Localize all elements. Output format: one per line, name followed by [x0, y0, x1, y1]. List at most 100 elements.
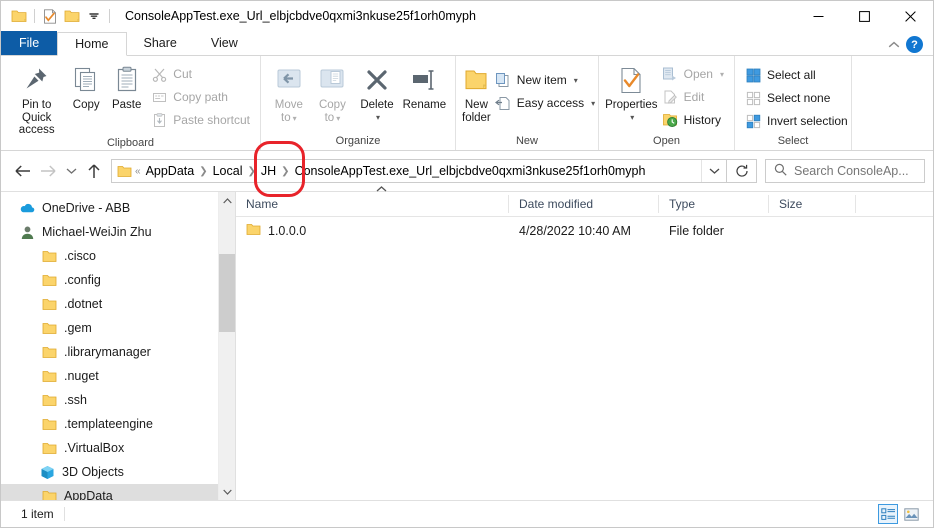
window-controls — [795, 1, 933, 31]
copy-path-button[interactable]: Copy path — [147, 86, 254, 108]
onedrive-cloud-icon — [19, 200, 35, 216]
nav-item-nuget[interactable]: .nuget — [1, 364, 235, 388]
recent-locations-button[interactable] — [61, 158, 81, 184]
up-button[interactable] — [81, 158, 107, 184]
large-icons-view-icon[interactable] — [901, 504, 921, 524]
maximize-button[interactable] — [841, 1, 887, 31]
help-icon[interactable]: ? — [906, 36, 923, 53]
nav-item-user[interactable]: Michael-WeiJin Zhu — [1, 220, 235, 244]
new-folder-icon[interactable] — [62, 6, 82, 26]
search-input[interactable]: Search ConsoleAp... — [765, 159, 925, 183]
history-button[interactable]: History — [658, 109, 728, 131]
nav-item-cisco[interactable]: .cisco — [1, 244, 235, 268]
table-row[interactable]: 1.0.0.0 4/28/2022 10:40 AM File folder — [236, 217, 933, 245]
cut-label: Cut — [173, 67, 192, 81]
breadcrumb-separator-2[interactable]: ❯ — [247, 166, 257, 177]
nav-label: .cisco — [64, 249, 96, 263]
close-button[interactable] — [887, 1, 933, 31]
paste-shortcut-button[interactable]: Paste shortcut — [147, 109, 254, 131]
scroll-down-icon[interactable] — [219, 483, 235, 500]
nav-label: .ssh — [64, 393, 87, 407]
nav-item-dotnet[interactable]: .dotnet — [1, 292, 235, 316]
refresh-button[interactable] — [727, 159, 757, 183]
edit-button[interactable]: Edit — [658, 86, 728, 108]
breadcrumb-folder-icon — [117, 165, 134, 178]
move-to-button[interactable]: Move to ▾ — [267, 59, 311, 125]
nav-item-virtualbox[interactable]: .VirtualBox — [1, 436, 235, 460]
tab-home[interactable]: Home — [57, 32, 127, 56]
column-header-size[interactable]: Size — [769, 195, 856, 213]
forward-button[interactable] — [35, 158, 61, 184]
new-item-label: New item — [516, 73, 567, 87]
invert-selection-label: Invert selection — [767, 114, 848, 128]
easy-access-button[interactable]: Easy access ▾ — [491, 92, 599, 114]
properties-icon[interactable] — [40, 6, 60, 26]
delete-button[interactable]: Delete ▾ — [354, 59, 400, 124]
pin-label-1: Pin to Quick — [21, 99, 52, 124]
nav-item-ssh[interactable]: .ssh — [1, 388, 235, 412]
nav-item-3d-objects[interactable]: 3D Objects — [1, 460, 235, 484]
select-none-button[interactable]: Select none — [741, 87, 852, 109]
breadcrumb-separator-3[interactable]: ❯ — [280, 166, 290, 177]
delete-caret-icon[interactable]: ▾ — [376, 112, 380, 125]
select-small-commands: Select all Select none Invert selection — [741, 59, 852, 132]
new-item-caret-icon[interactable]: ▾ — [574, 76, 578, 85]
copy-label: Copy — [72, 99, 100, 111]
breadcrumb-item-appdata[interactable]: AppData — [142, 164, 199, 178]
paste-button[interactable]: Paste — [106, 59, 147, 112]
back-button[interactable] — [9, 158, 35, 184]
chevron-down-icon[interactable] — [84, 6, 104, 26]
new-folder-big-icon — [462, 64, 490, 96]
breadcrumb-overflow[interactable]: « — [134, 166, 142, 177]
column-header-date-modified[interactable]: Date modified — [509, 195, 659, 213]
address-bar: « AppData ❯ Local ❯ JH ❯ ConsoleAppTest.… — [1, 151, 933, 191]
minimize-button[interactable] — [795, 1, 841, 31]
open-caret-icon[interactable]: ▾ — [720, 70, 724, 79]
group-label-new: New — [515, 135, 538, 147]
select-all-button[interactable]: Select all — [741, 64, 852, 86]
breadcrumb-item-current[interactable]: ConsoleAppTest.exe_Url_elbjcbdve0qxmi3nk… — [291, 164, 650, 178]
nav-item-gem[interactable]: .gem — [1, 316, 235, 340]
address-dropdown-icon[interactable] — [701, 160, 726, 182]
tab-file[interactable]: File — [1, 31, 58, 55]
column-header-type[interactable]: Type — [659, 195, 769, 213]
nav-item-onedrive[interactable]: OneDrive - ABB — [1, 196, 235, 220]
address-field[interactable]: « AppData ❯ Local ❯ JH ❯ ConsoleAppTest.… — [111, 159, 727, 183]
easy-access-label: Easy access — [516, 96, 585, 110]
nav-item-appdata[interactable]: AppData — [1, 484, 235, 500]
copy-to-button[interactable]: Copy to ▾ — [311, 59, 355, 125]
open-button[interactable]: Open ▾ — [658, 63, 728, 85]
properties-caret-icon[interactable]: ▾ — [630, 112, 634, 125]
new-item-button[interactable]: New item ▾ — [491, 69, 599, 91]
nav-item-templateengine[interactable]: .templateengine — [1, 412, 235, 436]
scroll-up-icon[interactable] — [219, 192, 235, 209]
open-small-commands: Open ▾ Edit History — [658, 59, 728, 131]
folder-icon — [41, 488, 57, 500]
status-bar: 1 item — [1, 500, 933, 527]
breadcrumb-separator-1[interactable]: ❯ — [198, 166, 208, 177]
scrollbar-thumb[interactable] — [219, 254, 235, 332]
nav-item-librarymanager[interactable]: .librarymanager — [1, 340, 235, 364]
navigation-scrollbar[interactable] — [218, 192, 235, 500]
nav-item-config[interactable]: .config — [1, 268, 235, 292]
properties-button[interactable]: Properties ▾ — [605, 59, 658, 124]
ribbon-tab-actions: ? — [888, 36, 933, 55]
column-header-name[interactable]: Name — [236, 195, 509, 213]
folder-icon[interactable] — [9, 6, 29, 26]
tab-share[interactable]: Share — [127, 31, 194, 55]
new-folder-button[interactable]: New folder — [462, 59, 491, 124]
breadcrumb-item-jh[interactable]: JH — [257, 164, 280, 178]
tab-view[interactable]: View — [194, 31, 255, 55]
collapse-ribbon-icon[interactable] — [888, 38, 900, 52]
rename-button[interactable]: Rename — [400, 59, 449, 112]
pin-to-quick-access-button[interactable]: Pin to Quick access — [7, 59, 66, 137]
breadcrumb: « AppData ❯ Local ❯ JH ❯ ConsoleAppTest.… — [112, 164, 701, 178]
group-label-clipboard: Clipboard — [106, 136, 155, 149]
breadcrumb-item-local[interactable]: Local — [209, 164, 247, 178]
invert-selection-button[interactable]: Invert selection — [741, 110, 852, 132]
easy-access-caret-icon[interactable]: ▾ — [591, 99, 595, 108]
qat-separator — [34, 9, 35, 23]
copy-button[interactable]: Copy — [66, 59, 106, 112]
cut-button[interactable]: Cut — [147, 63, 254, 85]
details-view-icon[interactable] — [878, 504, 898, 524]
